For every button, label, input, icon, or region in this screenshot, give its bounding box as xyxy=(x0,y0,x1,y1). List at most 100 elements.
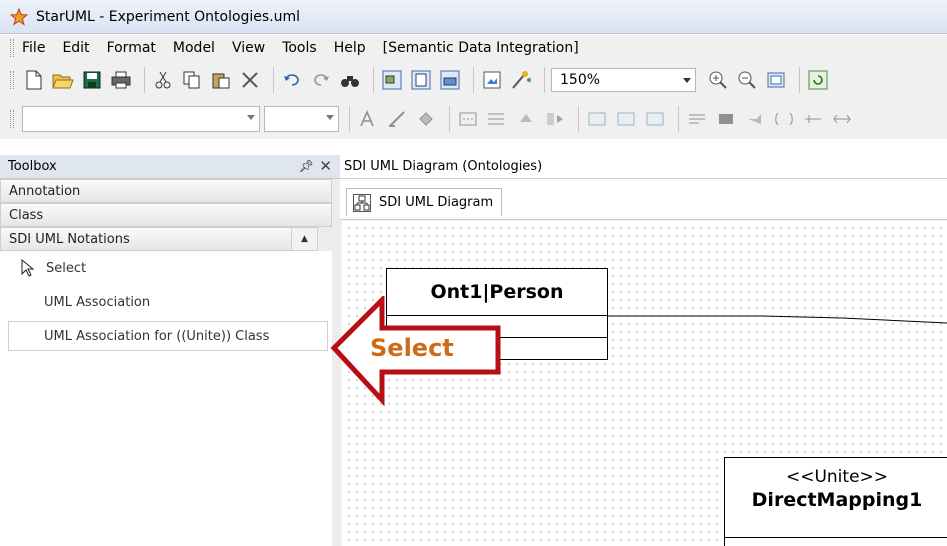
toolbar-separator xyxy=(144,67,145,93)
menu-bar: File Edit Format Model View Tools Help [… xyxy=(0,35,947,61)
zoom-select[interactable]: 150% xyxy=(551,68,696,92)
cut-icon[interactable] xyxy=(151,68,175,92)
line-color-icon[interactable] xyxy=(385,107,409,131)
image-export-icon[interactable] xyxy=(480,68,504,92)
tab-sdi-uml-diagram[interactable]: SDI UML Diagram xyxy=(346,188,503,216)
category-label: Class xyxy=(9,207,44,223)
close-icon[interactable]: ✕ xyxy=(319,157,332,175)
menu-help[interactable]: Help xyxy=(334,40,366,56)
format-toolbar xyxy=(0,99,947,139)
menu-format[interactable]: Format xyxy=(107,40,156,56)
shadow-icon[interactable] xyxy=(514,107,538,131)
category-label: SDI UML Notations xyxy=(9,231,130,247)
class-diagram-icon xyxy=(353,193,371,212)
toolbar-grip[interactable] xyxy=(10,71,14,89)
main-toolbar: 150% xyxy=(0,61,947,99)
suppress-literals-icon[interactable] xyxy=(643,107,667,131)
toolbox-category-sdi-uml-notations[interactable]: SDI UML Notations ▲ xyxy=(0,227,318,251)
diagram-tool-3-icon[interactable] xyxy=(438,68,462,92)
tab-label: SDI UML Diagram xyxy=(379,195,494,210)
menu-semantic-data-integration[interactable]: [Semantic Data Integration] xyxy=(383,40,579,56)
toolbar-separator xyxy=(273,67,274,93)
redo-icon[interactable] xyxy=(309,68,333,92)
zoom-in-icon[interactable] xyxy=(706,68,730,92)
toolbar-separator xyxy=(449,106,450,132)
font-size-combo[interactable] xyxy=(264,106,339,132)
class-direct-mapping[interactable]: <<Unite>> DirectMapping1 xyxy=(724,457,947,546)
new-file-icon[interactable] xyxy=(22,68,46,92)
diagram-tool-2-icon[interactable] xyxy=(409,68,433,92)
magic-tool-icon[interactable] xyxy=(509,68,533,92)
class-name: DirectMapping1 xyxy=(751,489,923,511)
toolbox-item-label: UML Association for ((Unite)) Class xyxy=(44,328,270,344)
document-title: SDI UML Diagram (Ontologies) xyxy=(344,159,543,174)
title-bar: StarUML - Experiment Ontologies.uml xyxy=(0,0,947,34)
fill-color-icon[interactable] xyxy=(414,107,438,131)
auto-resize-icon[interactable] xyxy=(830,107,854,131)
category-label: Annotation xyxy=(9,183,81,199)
toolbox-item-label: UML Association xyxy=(44,294,151,310)
show-properties-icon[interactable] xyxy=(772,107,796,131)
callout-label: Select xyxy=(370,334,454,362)
cursor-arrow-icon xyxy=(21,259,35,277)
line-width-icon[interactable] xyxy=(485,107,509,131)
open-folder-icon[interactable] xyxy=(51,68,75,92)
document-title-bar: SDI UML Diagram (Ontologies) xyxy=(340,155,947,179)
toolbox-header: Toolbox 📌︎ ✕ xyxy=(0,155,340,179)
toolbar-separator xyxy=(678,106,679,132)
menu-file[interactable]: File xyxy=(22,40,45,56)
suppress-attributes-icon[interactable] xyxy=(585,107,609,131)
find-icon[interactable] xyxy=(338,68,362,92)
toolbar-grip[interactable] xyxy=(10,110,14,128)
toolbar-separator xyxy=(349,106,350,132)
toolbox-item-uml-association[interactable]: UML Association xyxy=(0,285,332,319)
compartment-divider xyxy=(725,537,947,538)
chevron-down-icon xyxy=(326,115,334,120)
print-icon[interactable] xyxy=(109,68,133,92)
menu-model[interactable]: Model xyxy=(173,40,215,56)
diagram-tool-1-icon[interactable] xyxy=(380,68,404,92)
fit-to-window-icon[interactable] xyxy=(764,68,788,92)
diagram-tab-strip: SDI UML Diagram xyxy=(340,180,947,220)
paste-icon[interactable] xyxy=(209,68,233,92)
font-color-icon[interactable] xyxy=(356,107,380,131)
stereotype-display-icon[interactable] xyxy=(685,107,709,131)
window-title: StarUML - Experiment Ontologies.uml xyxy=(36,8,301,25)
show-parent-icon[interactable] xyxy=(743,107,767,131)
undo-icon[interactable] xyxy=(280,68,304,92)
zoom-value: 150% xyxy=(560,72,601,88)
show-operation-signature-icon[interactable] xyxy=(801,107,825,131)
pin-icon[interactable]: 📌︎ xyxy=(299,159,314,173)
copy-icon[interactable] xyxy=(180,68,204,92)
chevron-down-icon xyxy=(247,115,255,120)
suppress-operations-icon[interactable] xyxy=(614,107,638,131)
line-style-icon[interactable] xyxy=(456,107,480,131)
staruml-logo-icon xyxy=(10,7,28,26)
toolbox-item-uml-association-unite[interactable]: UML Association for ((Unite)) Class xyxy=(8,321,328,351)
menu-tools[interactable]: Tools xyxy=(282,40,317,56)
toolbar-separator xyxy=(799,67,800,93)
toolbar-separator xyxy=(373,67,374,93)
toolbar-separator xyxy=(473,67,474,93)
toolbox-category-annotation[interactable]: Annotation xyxy=(0,179,332,203)
zoom-out-icon[interactable] xyxy=(735,68,759,92)
show-compartment-icon[interactable] xyxy=(714,107,738,131)
menu-view[interactable]: View xyxy=(232,40,265,56)
menu-edit[interactable]: Edit xyxy=(62,40,89,56)
toolbox-panel: Toolbox 📌︎ ✕ Annotation Class SDI UML No… xyxy=(0,155,340,546)
align-icon[interactable] xyxy=(543,107,567,131)
menu-grip[interactable] xyxy=(10,39,14,57)
toolbox-item-select[interactable]: Select xyxy=(0,251,332,285)
toolbar-separator xyxy=(578,106,579,132)
collapse-icon[interactable]: ▲ xyxy=(291,228,317,250)
toolbox-category-class[interactable]: Class xyxy=(0,203,332,227)
toolbox-item-list: Select UML Association UML Association f… xyxy=(0,251,332,546)
toolbox-title: Toolbox xyxy=(8,159,57,174)
font-name-combo[interactable] xyxy=(22,106,260,132)
class-stereotype: <<Unite>> xyxy=(785,467,889,487)
toolbar-separator xyxy=(544,67,545,93)
refresh-icon[interactable] xyxy=(806,68,830,92)
delete-icon[interactable] xyxy=(238,68,262,92)
save-icon[interactable] xyxy=(80,68,104,92)
toolbox-item-label: Select xyxy=(46,260,87,276)
